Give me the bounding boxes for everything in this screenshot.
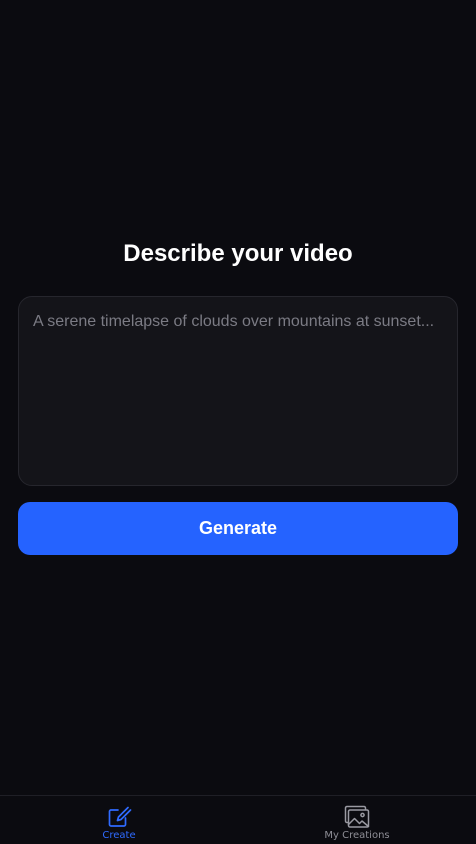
video-prompt-input[interactable] xyxy=(18,296,458,486)
edit-icon xyxy=(108,806,132,827)
bottom-tab-bar: Create My Creations xyxy=(0,795,476,844)
app-screen: Describe your video Generate Create My C… xyxy=(0,0,476,844)
generate-button[interactable]: Generate xyxy=(18,502,458,555)
tab-create-label: Create xyxy=(102,830,136,841)
page-title: Describe your video xyxy=(123,240,353,267)
tab-my-creations-label: My Creations xyxy=(324,830,390,841)
tab-my-creations[interactable]: My Creations xyxy=(238,796,476,844)
gallery-icon xyxy=(344,805,370,828)
tab-create[interactable]: Create xyxy=(0,796,238,844)
